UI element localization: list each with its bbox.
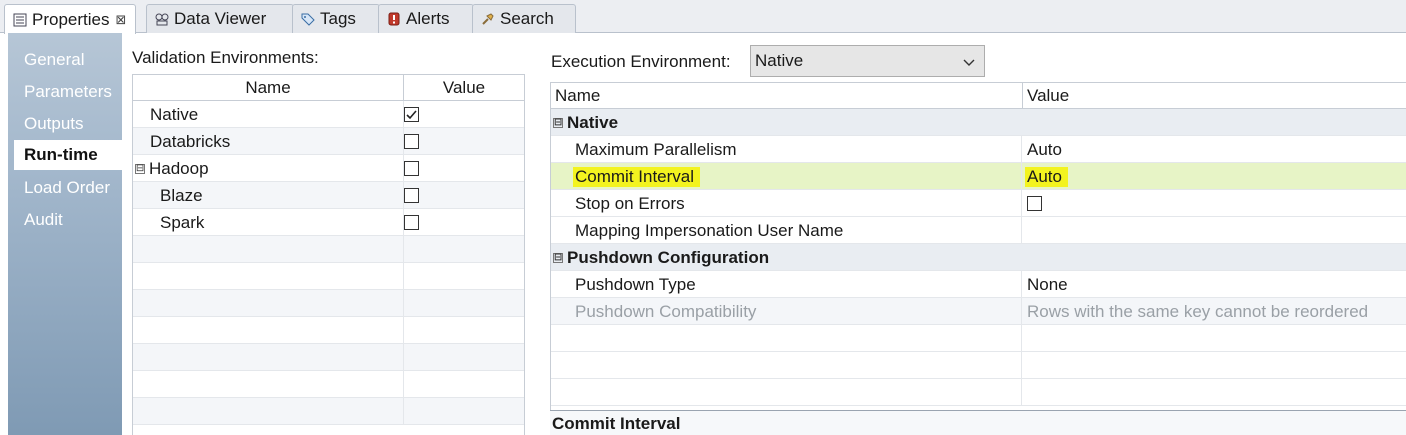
empty-row: [133, 398, 524, 425]
nav-item-general[interactable]: General: [8, 45, 122, 75]
row-value[interactable]: Auto: [1025, 166, 1068, 187]
empty-row: [133, 263, 524, 290]
column-header-value[interactable]: Value: [1027, 83, 1069, 109]
nav-item-label: Parameters: [24, 82, 112, 101]
group-row-pushdown-configuration[interactable]: ⊟ Pushdown Configuration: [551, 244, 1406, 271]
nav-item-label: Outputs: [24, 114, 84, 133]
checkmark-icon: [406, 110, 417, 120]
empty-row: [133, 236, 524, 263]
hadoop-checkbox[interactable]: [404, 161, 419, 176]
spark-checkbox[interactable]: [404, 215, 419, 230]
nav-item-label: Audit: [24, 210, 63, 229]
nav-item-audit[interactable]: Audit: [8, 205, 122, 235]
data-viewer-icon: [155, 12, 169, 26]
table-row[interactable]: Maximum Parallelism Auto: [551, 136, 1406, 163]
group-label: Pushdown Configuration: [567, 247, 770, 267]
empty-row: [133, 317, 524, 344]
column-header-name[interactable]: Name: [133, 75, 404, 101]
property-description-title: Commit Interval: [552, 414, 681, 433]
table-header: Name Value: [551, 83, 1406, 109]
tab-tags[interactable]: Tags: [292, 4, 380, 33]
row-value: Rows with the same key cannot be reorder…: [1027, 301, 1369, 321]
row-name: Spark: [160, 212, 205, 232]
table-row[interactable]: Mapping Impersonation User Name: [551, 217, 1406, 244]
tab-data-viewer-label: Data Viewer: [174, 9, 267, 28]
empty-row: [133, 344, 524, 371]
nav-item-label: Load Order: [24, 178, 110, 197]
table-row[interactable]: ⊟ Hadoop: [133, 155, 524, 182]
collapse-icon[interactable]: ⊟: [553, 252, 563, 263]
execution-properties-table: Name Value ⊟ Native Maximum Parallelism …: [550, 82, 1406, 435]
validation-environments-table: Name Value Native Databricks ⊟ Hadoop Bl…: [132, 74, 525, 435]
table-row[interactable]: Pushdown Type None: [551, 271, 1406, 298]
group-row-native[interactable]: ⊟ Native: [551, 109, 1406, 136]
tab-alerts[interactable]: Alerts: [378, 4, 474, 33]
table-row[interactable]: Stop on Errors: [551, 190, 1406, 217]
row-name: Stop on Errors: [575, 193, 685, 213]
alert-icon: [387, 12, 401, 26]
validation-environments-title: Validation Environments:: [132, 48, 319, 67]
view-tab-strip: Properties ⊠ Data Viewer Tags Alerts Sea…: [0, 0, 1406, 34]
empty-row: [133, 371, 524, 398]
blaze-checkbox[interactable]: [404, 188, 419, 203]
chevron-down-icon: [963, 59, 975, 66]
column-header-name[interactable]: Name: [555, 83, 600, 109]
group-label: Native: [567, 112, 619, 132]
table-header: Name Value: [133, 75, 524, 101]
native-checkbox[interactable]: [404, 107, 419, 122]
column-header-value[interactable]: Value: [404, 75, 524, 101]
empty-row: [133, 290, 524, 317]
row-name: Hadoop: [149, 158, 209, 178]
row-value[interactable]: None: [1027, 275, 1068, 295]
collapse-icon[interactable]: ⊟: [135, 163, 145, 174]
table-row: Pushdown Compatibility Rows with the sam…: [551, 298, 1406, 325]
dropdown-value: Native: [755, 51, 804, 70]
close-icon[interactable]: ⊠: [115, 12, 126, 28]
tab-properties[interactable]: Properties ⊠: [4, 4, 136, 34]
nav-item-load-order[interactable]: Load Order: [8, 173, 122, 203]
stop-on-errors-checkbox[interactable]: [1027, 196, 1042, 211]
tab-alerts-label: Alerts: [406, 9, 450, 28]
nav-item-run-time[interactable]: Run-time: [14, 140, 122, 170]
nav-item-label: Run-time: [24, 145, 98, 164]
table-row[interactable]: Spark: [133, 209, 524, 236]
nav-item-parameters[interactable]: Parameters: [8, 77, 122, 107]
table-row[interactable]: Databricks: [133, 128, 524, 155]
nav-item-label: General: [24, 50, 85, 69]
empty-row: [551, 379, 1406, 406]
nav-item-outputs[interactable]: Outputs: [8, 109, 122, 139]
tab-search[interactable]: Search: [472, 4, 576, 33]
tab-search-label: Search: [500, 9, 554, 28]
table-row[interactable]: Native: [133, 101, 524, 128]
row-name: Pushdown Compatibility: [575, 301, 757, 321]
row-name: Native: [150, 104, 199, 124]
row-name: Databricks: [150, 131, 231, 151]
tab-data-viewer[interactable]: Data Viewer: [146, 4, 294, 33]
row-value[interactable]: Auto: [1027, 140, 1062, 160]
collapse-icon[interactable]: ⊟: [553, 117, 563, 128]
empty-row: [551, 325, 1406, 352]
row-name: Commit Interval: [573, 166, 701, 187]
tag-icon: [301, 12, 315, 26]
row-name: Mapping Impersonation User Name: [575, 220, 844, 240]
search-icon: [481, 12, 495, 26]
table-row[interactable]: Commit Interval Auto: [551, 163, 1406, 190]
properties-icon: [13, 13, 27, 27]
tab-properties-label: Properties: [32, 9, 110, 29]
execution-environment-dropdown[interactable]: Native: [750, 45, 985, 77]
tab-tags-label: Tags: [320, 9, 356, 28]
section-nav: General Parameters Outputs Run-time Load…: [8, 33, 122, 435]
row-name: Blaze: [160, 185, 203, 205]
databricks-checkbox[interactable]: [404, 134, 419, 149]
property-description-panel: Commit Interval: [550, 410, 1406, 435]
row-name: Maximum Parallelism: [575, 139, 737, 159]
row-name: Pushdown Type: [575, 274, 696, 294]
execution-environment-label: Execution Environment:: [551, 52, 731, 71]
table-row[interactable]: Blaze: [133, 182, 524, 209]
empty-row: [551, 352, 1406, 379]
